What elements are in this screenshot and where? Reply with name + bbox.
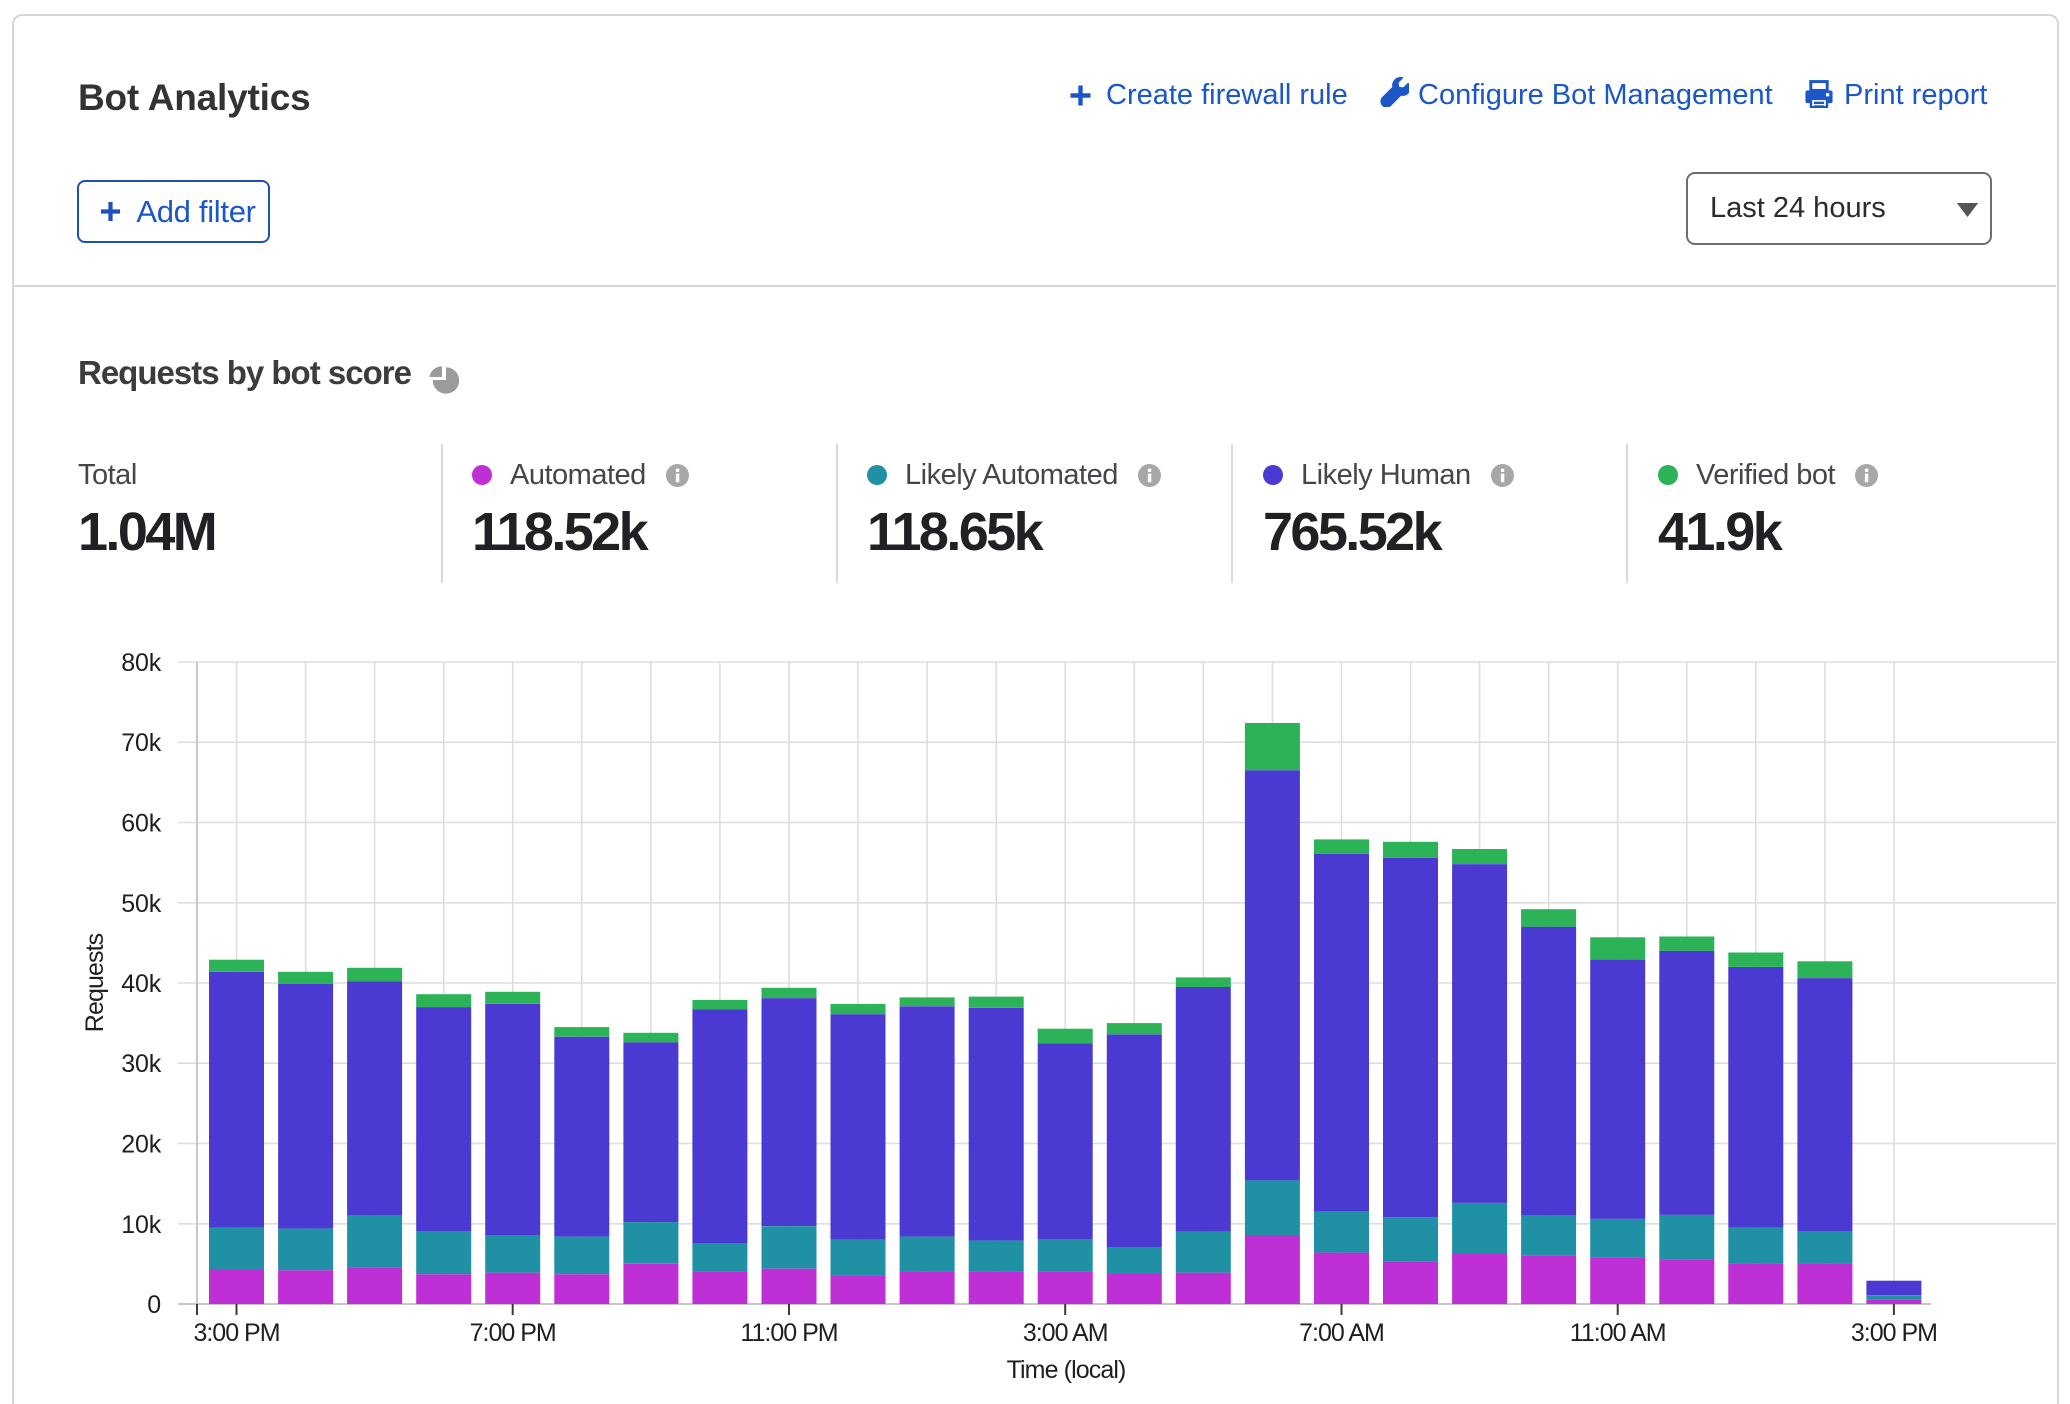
- svg-text:70k: 70k: [121, 729, 161, 757]
- svg-text:60k: 60k: [121, 810, 161, 838]
- svg-text:30k: 30k: [121, 1050, 161, 1078]
- svg-text:11:00 PM: 11:00 PM: [740, 1319, 837, 1347]
- svg-text:7:00 AM: 7:00 AM: [1299, 1319, 1384, 1347]
- svg-text:3:00 PM: 3:00 PM: [193, 1319, 279, 1347]
- svg-text:0: 0: [147, 1291, 161, 1319]
- svg-text:10k: 10k: [121, 1211, 161, 1239]
- svg-text:Requests: Requests: [81, 933, 109, 1032]
- svg-text:20k: 20k: [121, 1131, 161, 1159]
- svg-text:3:00 PM: 3:00 PM: [1851, 1319, 1937, 1347]
- svg-text:11:00 AM: 11:00 AM: [1570, 1319, 1666, 1347]
- svg-text:3:00 AM: 3:00 AM: [1023, 1319, 1108, 1347]
- svg-text:50k: 50k: [121, 890, 161, 918]
- svg-text:80k: 80k: [121, 649, 161, 677]
- svg-text:40k: 40k: [121, 970, 161, 998]
- svg-text:Time (local): Time (local): [1007, 1356, 1126, 1384]
- svg-text:7:00 PM: 7:00 PM: [470, 1319, 556, 1347]
